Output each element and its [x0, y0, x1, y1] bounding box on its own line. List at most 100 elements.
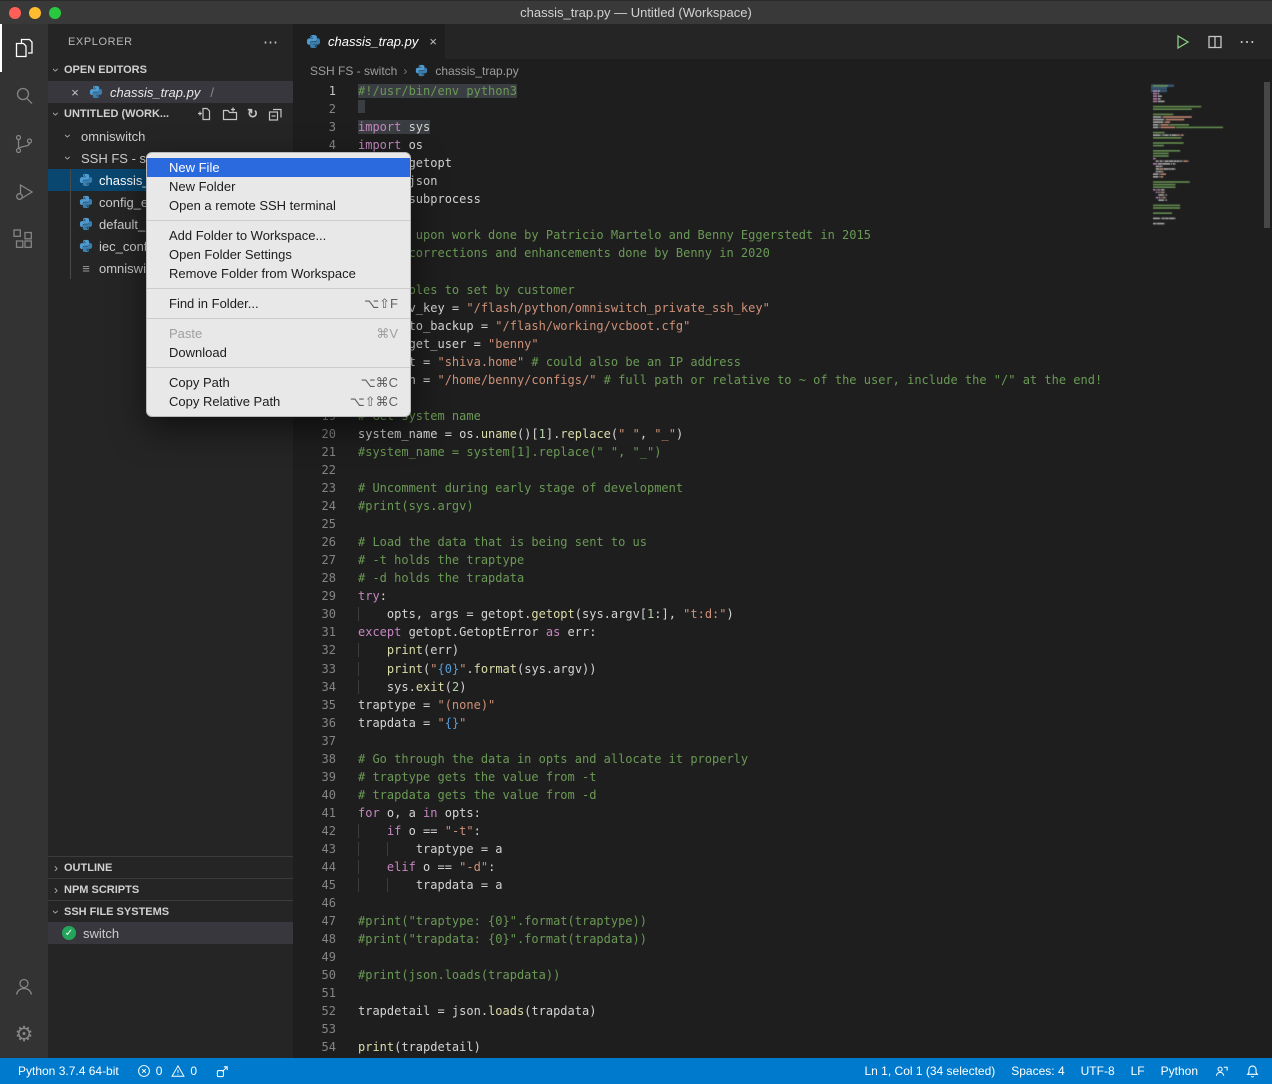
code-line[interactable]: 15ssh_target_user = "benny" — [293, 335, 1272, 353]
minimap[interactable] — [1150, 82, 1262, 252]
line-number[interactable]: 43 — [293, 840, 336, 858]
launch-icon[interactable] — [215, 1064, 230, 1079]
menu-item-download[interactable]: Download — [147, 343, 410, 362]
code-line[interactable]: 51 — [293, 984, 1272, 1002]
line-number[interactable]: 28 — [293, 569, 336, 587]
python-interpreter[interactable]: Python 3.7.4 64-bit — [18, 1064, 119, 1078]
line-number[interactable]: 39 — [293, 768, 336, 786]
line-number[interactable]: 53 — [293, 1020, 336, 1038]
code-line[interactable]: 50 #print(json.loads(trapdata)) — [293, 966, 1272, 984]
code-line[interactable]: 20 system_name = os.uname()[1].replace(" … — [293, 425, 1272, 443]
line-number[interactable]: 49 — [293, 948, 336, 966]
code-line[interactable]: 5import getopt — [293, 154, 1272, 172]
open-editors-header[interactable]: › OPEN EDITORS — [48, 59, 293, 81]
refresh-icon[interactable]: ↻ — [247, 106, 258, 122]
more-actions-icon[interactable]: ⋯ — [263, 33, 279, 51]
new-file-icon[interactable] — [197, 106, 213, 122]
code-line[interactable]: 55 — [293, 1057, 1272, 1058]
line-number[interactable]: 20 — [293, 425, 336, 443]
split-editor-icon[interactable] — [1207, 34, 1223, 50]
code-line[interactable]: 25 — [293, 515, 1272, 533]
explorer-icon[interactable] — [0, 24, 48, 72]
panel-header-outline[interactable]: › OUTLINE — [48, 856, 293, 878]
code-line[interactable]: 48 #print("trapdata: {0}".format(trapdata… — [293, 930, 1272, 948]
code-line[interactable]: 42 if o == "-t": — [293, 822, 1272, 840]
code-line[interactable]: 4 import os — [293, 136, 1272, 154]
code-line[interactable]: 14config_to_backup = "/flash/working/vcb… — [293, 317, 1272, 335]
code-line[interactable]: 7import subprocess — [293, 190, 1272, 208]
line-number[interactable]: 22 — [293, 461, 336, 479]
new-folder-icon[interactable] — [222, 106, 238, 122]
line-number[interactable]: 1 — [293, 82, 336, 100]
panel-header-ssh-file-systems[interactable]: › SSH FILE SYSTEMS — [48, 900, 293, 922]
code-line[interactable]: 54 print(trapdetail) — [293, 1038, 1272, 1056]
code-line[interactable]: 32 print(err) — [293, 641, 1272, 659]
code-line[interactable]: 41 for o, a in opts: — [293, 804, 1272, 822]
notifications-bell-icon[interactable] — [1245, 1064, 1260, 1079]
line-number[interactable]: 42 — [293, 822, 336, 840]
code-line[interactable]: 53 — [293, 1020, 1272, 1038]
line-number[interactable]: 26 — [293, 533, 336, 551]
line-number[interactable]: 29 — [293, 587, 336, 605]
line-number[interactable]: 44 — [293, 858, 336, 876]
editor-scrollbar[interactable] — [1262, 82, 1272, 1058]
problems-indicator[interactable]: 0 0 — [137, 1064, 197, 1078]
feedback-icon[interactable] — [1214, 1064, 1229, 1079]
code-line[interactable]: 31 except getopt.GetoptError as err: — [293, 623, 1272, 641]
code-line[interactable]: 37 — [293, 732, 1272, 750]
code-line[interactable]: 10# Some corrections and enhancements do… — [293, 244, 1272, 262]
code-line[interactable]: 19# Get system name — [293, 407, 1272, 425]
line-number[interactable]: 21 — [293, 443, 336, 461]
code-line[interactable]: 26 # Load the data that is being sent to … — [293, 533, 1272, 551]
search-icon[interactable] — [0, 72, 48, 120]
code-line[interactable]: 30 opts, args = getopt.getopt(sys.argv[1… — [293, 605, 1272, 623]
code-line[interactable]: 1 #!/usr/bin/env python3 — [293, 82, 1272, 100]
code-line[interactable]: 12# Variables to set by customer — [293, 281, 1272, 299]
menu-item-new-folder[interactable]: New Folder — [147, 177, 410, 196]
code-line[interactable]: 17ssh_path = "/home/benny/configs/" # fu… — [293, 371, 1272, 389]
code-line[interactable]: 52 trapdetail = json.loads(trapdata) — [293, 1002, 1272, 1020]
code-line[interactable]: 38 # Go through the data in opts and allo… — [293, 750, 1272, 768]
workspace-header[interactable]: › UNTITLED (WORK... ↻ — [48, 103, 293, 125]
code-line[interactable]: 40 # trapdata gets the value from -d — [293, 786, 1272, 804]
indentation[interactable]: Spaces: 4 — [1011, 1064, 1064, 1078]
cursor-position[interactable]: Ln 1, Col 1 (34 selected) — [865, 1064, 996, 1078]
line-number[interactable]: 45 — [293, 876, 336, 894]
code-line[interactable]: 22 — [293, 461, 1272, 479]
code-line[interactable]: 49 — [293, 948, 1272, 966]
folder-omniswitch[interactable]: › omniswitch — [48, 125, 293, 147]
code-line[interactable]: 29 try: — [293, 587, 1272, 605]
line-number[interactable]: 34 — [293, 678, 336, 696]
collapse-all-icon[interactable] — [267, 106, 283, 122]
menu-item-open-a-remote-ssh-terminal[interactable]: Open a remote SSH terminal — [147, 196, 410, 215]
panel-header-npm-scripts[interactable]: › NPM SCRIPTS — [48, 878, 293, 900]
close-tab-icon[interactable]: × — [429, 34, 437, 49]
line-number[interactable]: 33 — [293, 660, 336, 678]
line-number[interactable]: 48 — [293, 930, 336, 948]
code-line[interactable]: 35 traptype = "(none)" — [293, 696, 1272, 714]
line-number[interactable]: 23 — [293, 479, 336, 497]
line-number[interactable]: 2 — [293, 100, 336, 118]
line-number[interactable]: 50 — [293, 966, 336, 984]
scrollbar-thumb[interactable] — [1264, 82, 1270, 228]
eol-sequence[interactable]: LF — [1131, 1064, 1145, 1078]
line-number[interactable]: 3 — [293, 118, 336, 136]
settings-gear-icon[interactable]: ⚙ — [0, 1010, 48, 1058]
account-icon[interactable] — [0, 962, 48, 1010]
more-editor-actions-icon[interactable]: ⋯ — [1239, 32, 1256, 52]
code-line[interactable]: 33 print("{0}".format(sys.argv)) — [293, 660, 1272, 678]
line-number[interactable]: 54 — [293, 1038, 336, 1056]
code-line[interactable]: 6import json — [293, 172, 1272, 190]
line-number[interactable]: 30 — [293, 605, 336, 623]
code-line[interactable]: 13ssh_priv_key = "/flash/python/omniswit… — [293, 299, 1272, 317]
code-line[interactable]: 3 import sys — [293, 118, 1272, 136]
line-number[interactable]: 35 — [293, 696, 336, 714]
line-number[interactable]: 24 — [293, 497, 336, 515]
breadcrumb-folder[interactable]: SSH FS - switch — [310, 64, 397, 78]
line-number[interactable]: 51 — [293, 984, 336, 1002]
code-editor[interactable]: 1 #!/usr/bin/env python3 2 3 import sys 4 impo… — [293, 82, 1272, 1058]
menu-item-copy-relative-path[interactable]: Copy Relative Path ⌥⇧⌘C — [147, 392, 410, 411]
code-line[interactable]: 43 traptype = a — [293, 840, 1272, 858]
run-debug-icon[interactable] — [0, 168, 48, 216]
code-line[interactable]: 27 # -t holds the traptype — [293, 551, 1272, 569]
